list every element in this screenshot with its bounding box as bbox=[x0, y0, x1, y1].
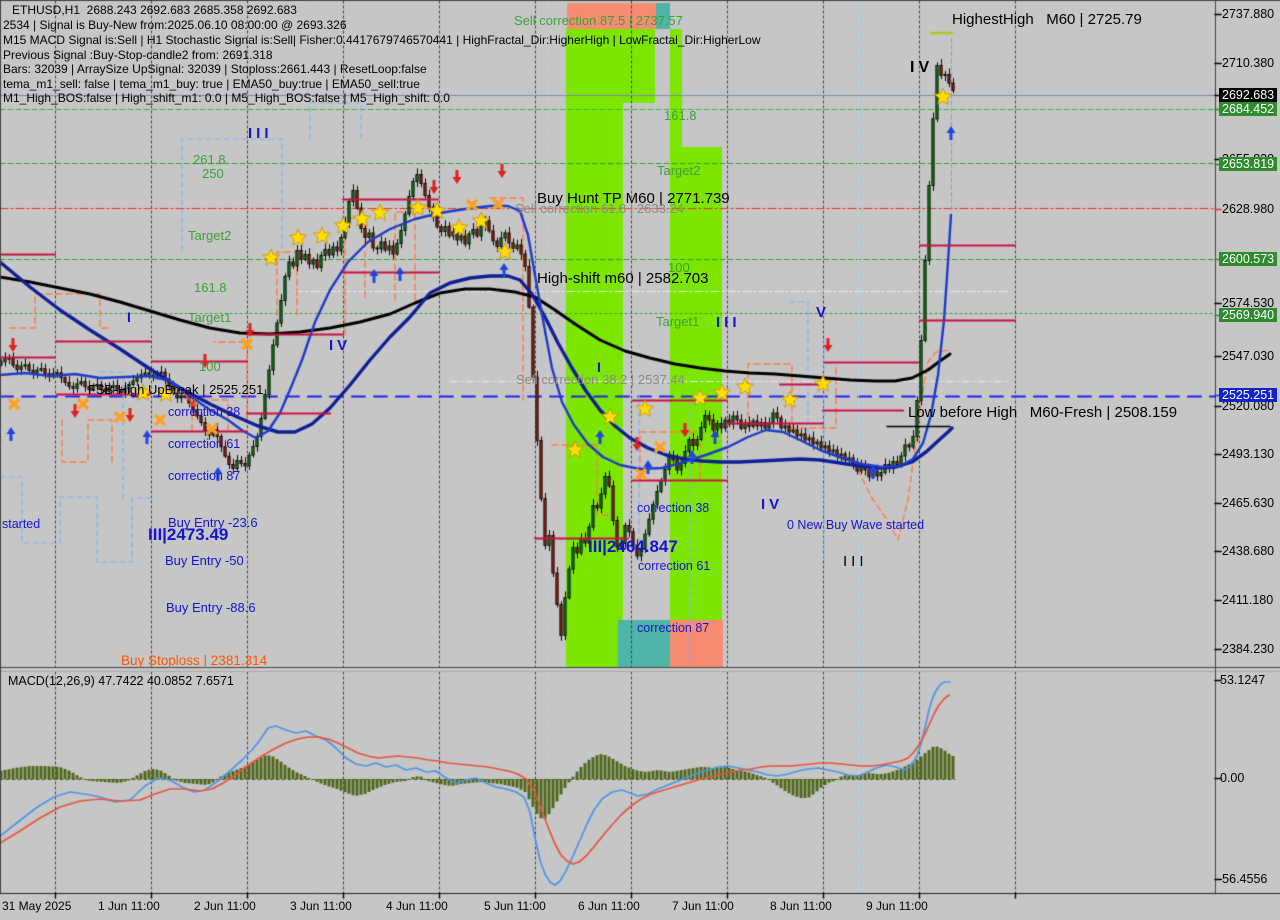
buy-entry-236-label: Buy Entry -23.6 bbox=[168, 516, 258, 530]
new-buy-wave-label: 0 New Buy Wave started bbox=[787, 519, 924, 533]
price-badge-level: 2684.452 bbox=[1219, 102, 1277, 116]
fib-250-label: 250 bbox=[202, 167, 224, 181]
time-label: 7 Jun 11:00 bbox=[672, 899, 734, 913]
price-label: 2710.380 bbox=[1222, 56, 1274, 70]
bars-info-line: Bars: 32039 | ArraySize UpSignal: 32039 … bbox=[3, 63, 427, 76]
price-badge-level: 2569.940 bbox=[1219, 308, 1277, 322]
time-label: 9 Jun 11:00 bbox=[866, 899, 928, 913]
fib-1618-left-label: 161.8 bbox=[194, 281, 227, 295]
price-label: 2737.880 bbox=[1222, 7, 1274, 21]
macd-axis-label: -56.4556 bbox=[1218, 872, 1267, 886]
low-before-high-label: Low before High M60-Fresh | 2508.159 bbox=[908, 405, 1177, 422]
price-badge-level: 2525.251 bbox=[1219, 388, 1277, 402]
wave-i-left-label: I bbox=[127, 310, 131, 325]
fsb-high-upbreak-label: FSB-High UpBreak | 2525.251 bbox=[88, 383, 263, 397]
wave-v-label: V bbox=[816, 305, 826, 322]
chart-canvas[interactable] bbox=[0, 0, 1280, 920]
price-label: 2628.980 bbox=[1222, 202, 1274, 216]
fib-100-left-label: 100 bbox=[199, 360, 221, 374]
price-label: 2438.680 bbox=[1222, 544, 1274, 558]
correction-38-center-label: correction 38 bbox=[637, 502, 709, 516]
correction-61-center-label: correction 61 bbox=[638, 560, 710, 574]
highest-high-label: HighestHigh M60 | 2725.79 bbox=[952, 12, 1142, 29]
macd-axis-label: 0.00 bbox=[1220, 771, 1244, 785]
wave-started-edge-label: started bbox=[2, 518, 40, 532]
time-label: 2 Jun 11:00 bbox=[194, 899, 256, 913]
high-shift-label: High-shift m60 | 2582.703 bbox=[537, 271, 709, 288]
buy-entry-50-label: Buy Entry -50 bbox=[165, 554, 244, 568]
signal-line: 2534 | Signal is Buy-New from:2025.06.10… bbox=[3, 19, 347, 32]
price-badge-level: 2600.573 bbox=[1219, 252, 1277, 266]
price-badge-level: 2653.819 bbox=[1219, 157, 1277, 171]
correction-87-center-label: correction 87 bbox=[637, 622, 709, 636]
time-label: 3 Jun 11:00 bbox=[290, 899, 352, 913]
wave-iii-topleft-label: III bbox=[248, 126, 273, 143]
time-label: 6 Jun 11:00 bbox=[578, 899, 640, 913]
time-label: 31 May 2025 bbox=[2, 899, 71, 913]
wave3-2464-label: III|2464.847 bbox=[588, 538, 678, 557]
time-label: 5 Jun 11:00 bbox=[484, 899, 546, 913]
wave-iv-top-label: IV bbox=[910, 59, 933, 77]
indicator-status-line: M15 MACD Signal is:Sell | H1 Stochastic … bbox=[3, 34, 761, 47]
time-label: 8 Jun 11:00 bbox=[770, 899, 832, 913]
trading-chart-window: ETHUSD,H1 2688.243 2692.683 2685.358 269… bbox=[0, 0, 1280, 920]
sell-correction-875-label: Sell correction 87.5 | 2737.57 bbox=[514, 14, 683, 28]
symbol-ohlc-line: ETHUSD,H1 2688.243 2692.683 2685.358 269… bbox=[12, 4, 297, 17]
price-label: 2384.230 bbox=[1222, 642, 1274, 656]
time-label: 4 Jun 11:00 bbox=[386, 899, 448, 913]
wave-iii-blue-mid-label: III bbox=[716, 315, 741, 332]
correction-87-left-label: correction 87 bbox=[168, 470, 240, 484]
wave-i-small-label: I bbox=[597, 360, 601, 375]
buy-stoploss-label: Buy Stoploss | 2381.314 bbox=[121, 654, 267, 669]
fib-1618-center-label: 161.8 bbox=[664, 109, 697, 123]
price-label: 2411.180 bbox=[1222, 593, 1273, 607]
previous-signal-line: Previous Signal :Buy-Stop-candle2 from: … bbox=[3, 49, 273, 62]
target1-center-label: Target1 bbox=[656, 315, 699, 329]
buy-entry-886-label: Buy Entry -88.6 bbox=[166, 601, 256, 615]
correction-38-left-label: correction 38 bbox=[168, 406, 240, 420]
wave-iv-center-label: IV bbox=[761, 497, 783, 514]
wave-iii-black-label: III bbox=[843, 554, 868, 571]
price-badge-current: 2692.683 bbox=[1219, 88, 1277, 102]
price-label: 2547.030 bbox=[1222, 349, 1274, 363]
target1-left-label: Target1 bbox=[188, 311, 231, 325]
price-label: 2493.130 bbox=[1222, 447, 1274, 461]
macd-indicator-label: MACD(12,26,9) 47.7422 40.0852 7.6571 bbox=[8, 675, 234, 689]
price-label: 2465.630 bbox=[1222, 496, 1274, 510]
macd-axis-label: 53.1247 bbox=[1220, 673, 1265, 687]
target2-center-label: Target2 bbox=[657, 164, 700, 178]
sell-correction-618-label: Sell correction 61.8 | 2633.24 bbox=[515, 202, 684, 216]
tema-ema-line: tema_m1_sell: false | tema_m1_buy: true … bbox=[3, 78, 420, 91]
correction-61-left-label: correction 61 bbox=[168, 438, 240, 452]
target2-left-label: Target2 bbox=[188, 229, 231, 243]
bos-shift-line: M1_High_BOS:false | High_shift_m1: 0.0 |… bbox=[3, 92, 450, 105]
time-label: 1 Jun 11:00 bbox=[98, 899, 160, 913]
wave-iv-left-label: IV bbox=[329, 338, 351, 355]
